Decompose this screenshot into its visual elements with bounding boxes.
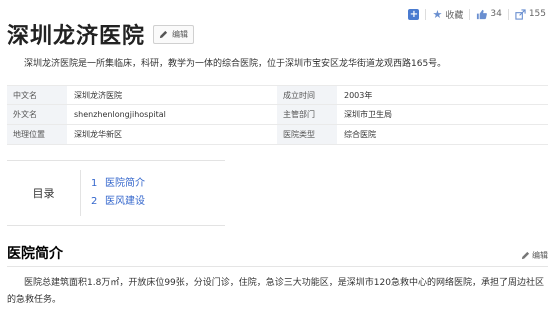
divider bbox=[507, 8, 509, 20]
info-value: 综合医院 bbox=[344, 130, 376, 139]
toc-item-number: 2 bbox=[91, 196, 98, 207]
favorite-button[interactable]: ★ 收藏 bbox=[432, 8, 463, 21]
like-count: 34 bbox=[490, 9, 502, 19]
info-key: 外文名 bbox=[7, 105, 67, 124]
summary-text: 深圳龙济医院是一所集临床，科研，教学为一体的综合医院，位于深圳市宝安区龙华街道龙… bbox=[24, 59, 447, 69]
divider bbox=[469, 8, 471, 20]
edit-label: 编辑 bbox=[172, 29, 189, 39]
page-title: 深圳龙济医院 bbox=[7, 24, 146, 49]
toc-list: 1 医院简介 2 医风建设 bbox=[81, 175, 145, 211]
info-key: 地理位置 bbox=[7, 125, 67, 144]
share-icon bbox=[515, 8, 526, 20]
basic-info-table: 中文名 深圳龙济医院 成立时间 2003年 外文名 shenzhenlongji… bbox=[7, 85, 548, 145]
add-button[interactable]: + bbox=[408, 8, 420, 20]
toc-item-intro[interactable]: 1 医院简介 bbox=[91, 175, 145, 193]
divider bbox=[425, 8, 427, 20]
section-body: 医院总建筑面积1.8万㎡，开放床位99张，分设门诊，住院，急诊三大功能区，是深圳… bbox=[7, 278, 544, 305]
table-of-contents: 目录 1 医院简介 2 医风建设 bbox=[7, 160, 225, 226]
thumbs-up-icon bbox=[477, 9, 488, 19]
info-key: 中文名 bbox=[7, 86, 67, 104]
section-header: 医院简介 编辑 bbox=[7, 245, 548, 267]
section-edit-label: 编辑 bbox=[532, 251, 548, 260]
info-value: 深圳市卫生局 bbox=[344, 110, 392, 119]
toc-item-ethics[interactable]: 2 医风建设 bbox=[91, 193, 145, 211]
info-key: 医院类型 bbox=[277, 125, 337, 144]
article-actions: + ★ 收藏 34 155 bbox=[408, 6, 546, 22]
title-row: 深圳龙济医院 编辑 bbox=[7, 18, 195, 50]
toc-item-label: 医风建设 bbox=[105, 196, 145, 207]
like-button[interactable]: 34 bbox=[476, 9, 502, 20]
info-value: 深圳龙华新区 bbox=[74, 130, 122, 139]
share-count: 155 bbox=[528, 9, 546, 19]
favorite-label: 收藏 bbox=[445, 10, 464, 21]
toc-item-label: 医院简介 bbox=[105, 178, 145, 189]
section-title: 医院简介 bbox=[7, 246, 63, 262]
pencil-icon bbox=[521, 251, 530, 260]
info-row: 外文名 shenzhenlongjihospital 主管部门 深圳市卫生局 bbox=[7, 105, 548, 125]
info-value: 深圳龙济医院 bbox=[74, 91, 122, 100]
share-button[interactable]: 155 bbox=[515, 8, 546, 20]
info-value: shenzhenlongjihospital bbox=[74, 110, 166, 119]
info-key: 成立时间 bbox=[277, 86, 337, 104]
info-row: 中文名 深圳龙济医院 成立时间 2003年 bbox=[7, 85, 548, 105]
plus-icon: + bbox=[408, 8, 420, 20]
edit-button[interactable]: 编辑 bbox=[153, 24, 195, 44]
section-edit-button[interactable]: 编辑 bbox=[521, 250, 548, 266]
info-row: 地理位置 深圳龙华新区 医院类型 综合医院 bbox=[7, 125, 548, 145]
pencil-icon bbox=[159, 30, 168, 38]
toc-item-number: 1 bbox=[91, 178, 98, 189]
info-key: 主管部门 bbox=[277, 105, 337, 124]
toc-label: 目录 bbox=[32, 187, 55, 200]
info-value: 2003年 bbox=[344, 91, 373, 100]
star-icon: ★ bbox=[432, 7, 443, 21]
